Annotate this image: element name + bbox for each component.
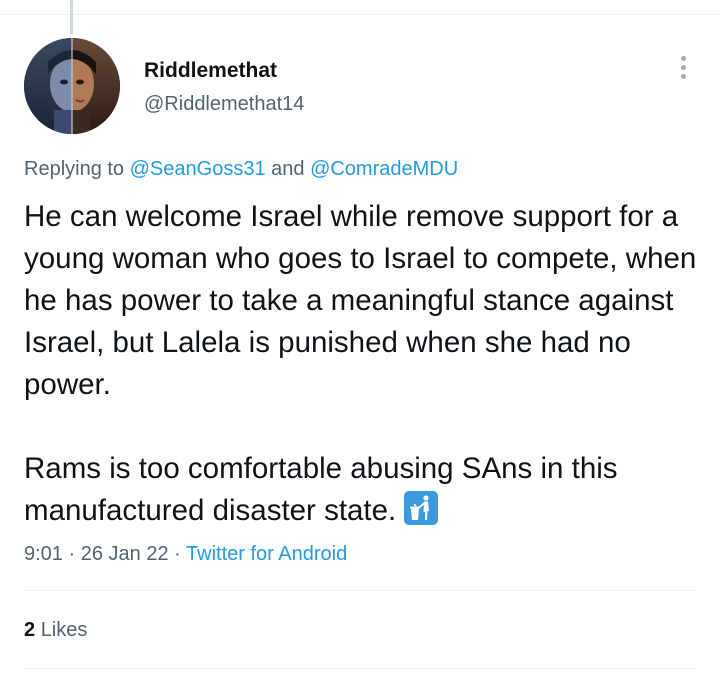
author-display-name[interactable]: Riddlemethat [144,59,277,83]
tweet-body: He can welcome Israel while remove suppo… [24,196,714,532]
meta-separator: · [68,543,76,565]
reply-user-link[interactable]: @SeanGoss31 [130,158,266,180]
replying-conjunction: and [271,158,305,180]
tweet-source-link[interactable]: Twitter for Android [186,543,347,565]
replying-prefix: Replying to [24,158,125,180]
more-options-icon[interactable] [668,52,698,82]
avatar[interactable] [24,38,120,134]
meta-separator: · [174,543,181,565]
more-dot [680,64,686,70]
author-handle[interactable]: @Riddlemethat14 [144,92,304,116]
likes-count: 2 [24,619,36,641]
tweet-paragraph-2: Rams is too comfortable abusing SAns in … [24,448,714,532]
likes-stat[interactable]: 2 Likes [24,617,87,643]
reply-user-link[interactable]: @ComradeMDU [310,158,458,180]
tweet-paragraph-text: Rams is too comfortable abusing SAns in … [24,452,618,527]
tweet-date[interactable]: 26 Jan 22 [81,543,169,565]
replying-to-line: Replying to @SeanGoss31 and @ComradeMDU [24,156,458,182]
tweet-paragraph: He can welcome Israel while remove suppo… [24,200,697,401]
top-divider [0,14,720,15]
tweet-time[interactable]: 9:01 [24,543,63,565]
thread-connector-line [70,0,73,34]
more-dot [680,55,686,61]
tweet-meta: 9:01 · 26 Jan 22 · Twitter for Android [24,541,347,567]
litter-bin-emoji-icon [404,491,439,525]
likes-label: Likes [40,619,88,641]
divider [24,590,696,591]
divider [24,668,696,669]
more-dot [680,73,686,79]
avatar-image [24,38,120,134]
